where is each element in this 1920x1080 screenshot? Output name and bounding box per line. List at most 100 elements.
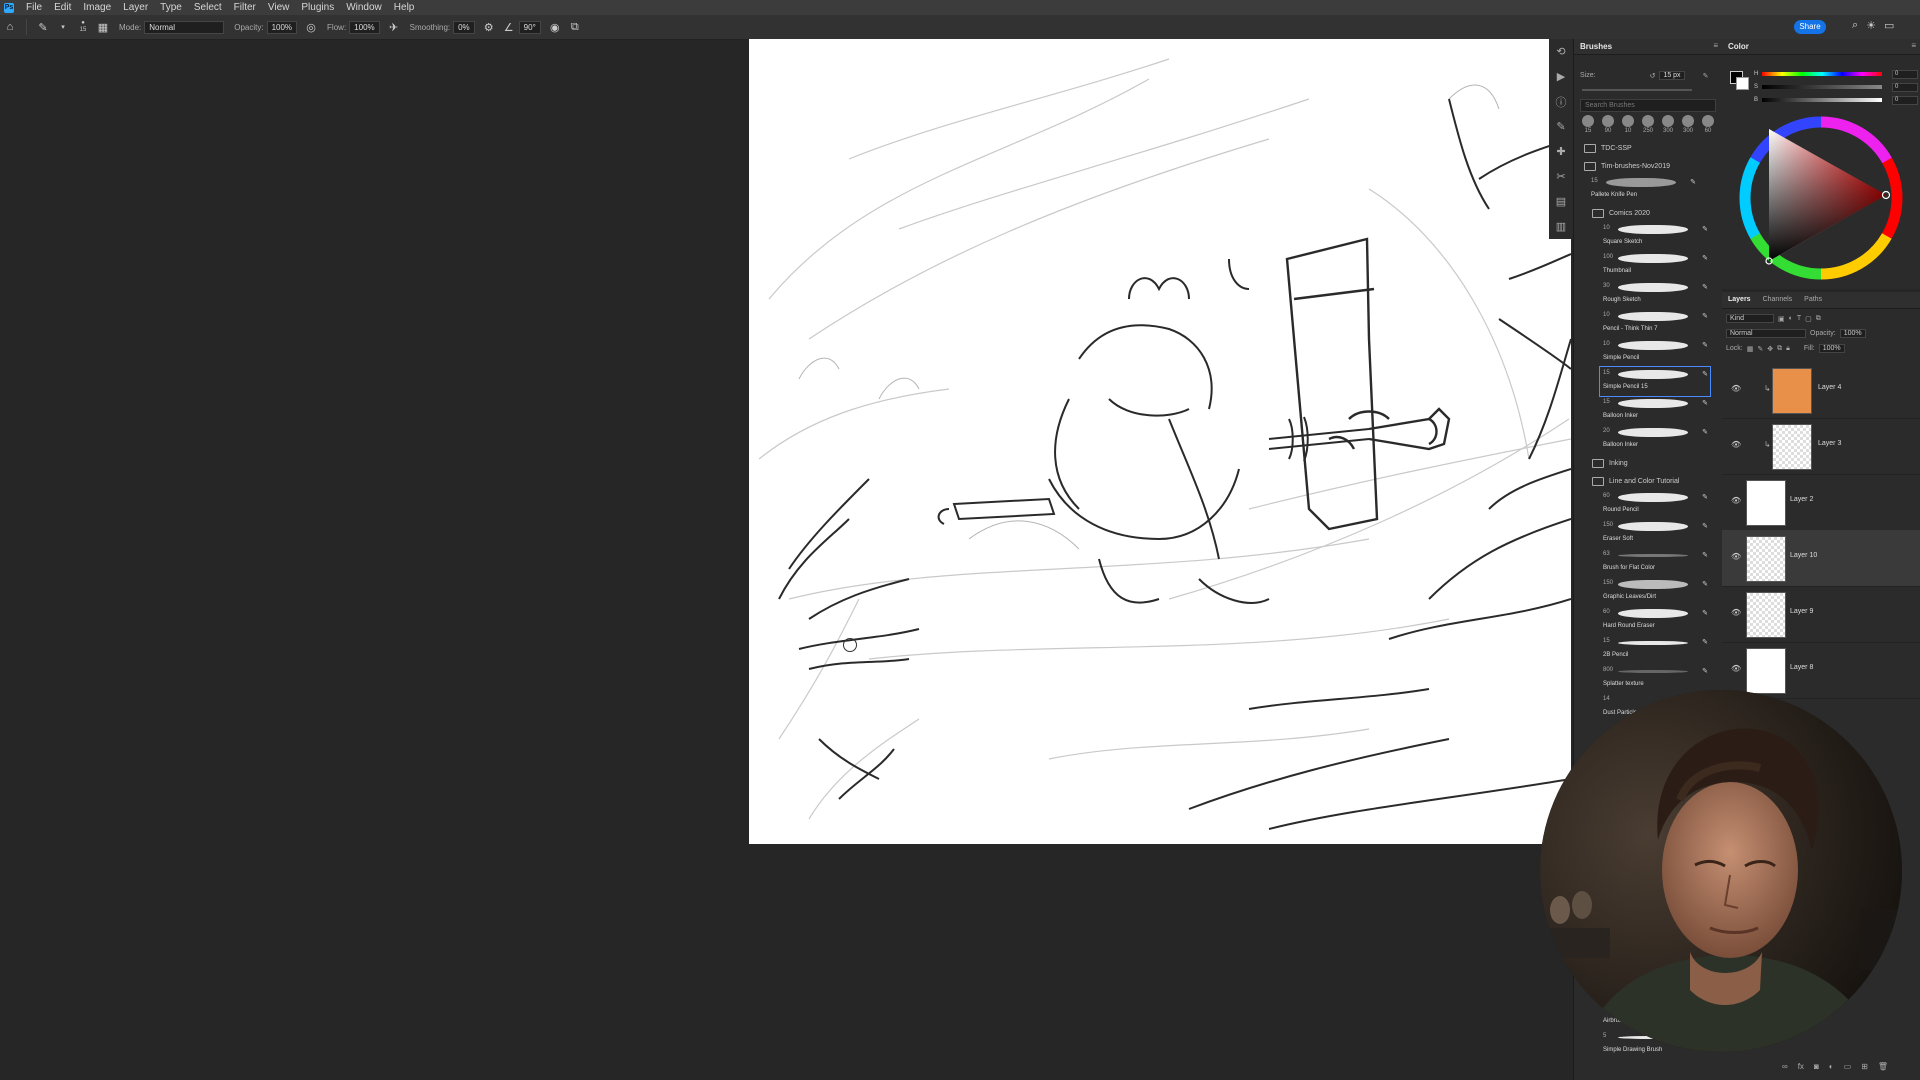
menu-edit[interactable]: Edit [48, 2, 77, 13]
layer-row[interactable]: 👁︎ ↳ Layer 3 [1722, 418, 1920, 475]
opacity-field[interactable]: 100% [1839, 329, 1866, 338]
eye-icon[interactable]: 👁︎ [1731, 664, 1741, 673]
brush-item[interactable]: 15 ✎ Pallete Knife Pen [1588, 175, 1698, 204]
search-icon[interactable]: ⌕ [1852, 19, 1858, 32]
filter-shape-icon[interactable]: ▢ [1805, 315, 1812, 323]
mode-select[interactable]: Normal [144, 20, 225, 34]
brush-item[interactable]: 15 ✎ Balloon Inker [1600, 396, 1710, 425]
layer-name[interactable]: Layer 2 [1790, 496, 1813, 503]
layer-name[interactable]: Layer 4 [1818, 384, 1841, 391]
brush-item[interactable]: 10 ✎ Simple Pencil [1600, 338, 1710, 367]
brush-icon[interactable]: ✎ [36, 20, 50, 34]
layer-name[interactable]: Layer 3 [1818, 440, 1841, 447]
actions-icon[interactable]: ▶ [1549, 64, 1573, 89]
brush-group-inking[interactable]: Inking [1574, 454, 1722, 472]
blend-mode-select[interactable]: Normal [1726, 329, 1806, 338]
brush-settings-icon[interactable]: ▦ [96, 20, 110, 34]
saturation-slider-row[interactable]: S 0 % [1754, 82, 1920, 92]
menu-help[interactable]: Help [388, 2, 421, 13]
fx-icon[interactable]: fx [1798, 1062, 1804, 1071]
filter-adjustment-icon[interactable]: ◐ [1789, 315, 1793, 322]
recent-brush[interactable]: 15 [1580, 115, 1596, 134]
pressure-size-icon[interactable]: ◉ [548, 20, 562, 34]
recent-brush[interactable]: 10 [1620, 115, 1636, 134]
new-layer-icon[interactable]: ⊞ [1861, 1062, 1868, 1071]
brightness-slider-row[interactable]: B 0 % [1754, 95, 1920, 105]
menu-file[interactable]: File [20, 2, 48, 13]
recent-brush[interactable]: 60 [1700, 115, 1716, 134]
size-field[interactable]: 15 px [1659, 71, 1685, 80]
brush-settings-toggle-icon[interactable]: ✎ [1703, 72, 1709, 80]
layer-row[interactable]: 👁︎ Layer 2 [1722, 474, 1920, 531]
symmetry-icon[interactable]: ⧉ [568, 20, 582, 34]
filter-type-icon[interactable]: T [1797, 315, 1801, 322]
history-icon[interactable]: ⟲ [1549, 39, 1573, 64]
brush-item[interactable]: 100 ✎ Thumbnail [1600, 251, 1710, 280]
layer-kind-filter[interactable]: Kind [1726, 314, 1774, 323]
lock-pixels-icon[interactable]: ✎ [1757, 345, 1763, 353]
clone-source-icon[interactable]: ✚ [1549, 139, 1573, 164]
layer-name[interactable]: Layer 10 [1790, 552, 1817, 559]
lock-artboard-icon[interactable]: ⧉ [1777, 345, 1782, 353]
layer-row[interactable]: 👁︎ Layer 10 [1722, 530, 1920, 587]
brush-item[interactable]: 150 ✎ Eraser Soft [1600, 519, 1710, 548]
panel-menu-icon[interactable]: ≡ [1911, 41, 1916, 50]
size-slider[interactable] [1582, 89, 1692, 91]
brush-item[interactable]: 10 ✎ Square Sketch [1600, 222, 1710, 251]
mask-icon[interactable]: ◙ [1814, 1062, 1819, 1071]
brush-search-input[interactable]: Search Brushes [1580, 99, 1716, 112]
brush-item[interactable]: 15 ✎ 2B Pencil [1600, 635, 1710, 664]
brush-settings-icon[interactable]: ✎ [1549, 114, 1573, 139]
flow-field[interactable]: 100% [349, 20, 380, 34]
filter-pixel-icon[interactable]: ▣ [1778, 315, 1785, 323]
brush-item[interactable]: 800 ✎ Splatter texture [1600, 664, 1710, 693]
color-swatches[interactable] [1730, 71, 1749, 90]
brush-item-selected[interactable]: 15 ✎ Simple Pencil 15 [1599, 366, 1711, 397]
layer-row[interactable]: 👁︎ Layer 9 [1722, 586, 1920, 643]
filter-smart-icon[interactable]: ⧉ [1816, 315, 1821, 323]
brush-item[interactable]: 60 ✎ Round Pencil [1600, 490, 1710, 519]
menu-view[interactable]: View [262, 2, 296, 13]
brush-item[interactable]: 150 ✎ Graphic Leaves/Dirt [1600, 577, 1710, 606]
libraries-icon[interactable]: ▤ [1549, 189, 1573, 214]
menu-layer[interactable]: Layer [117, 2, 154, 13]
tab-layers[interactable]: Layers [1722, 292, 1757, 308]
home-icon[interactable]: ⌂ [3, 20, 17, 34]
reset-icon[interactable]: ↺ [1650, 72, 1656, 80]
brush-item[interactable]: 10 ✎ Pencil - Think Thin 7 [1600, 309, 1710, 338]
brush-item[interactable]: 30 ✎ Rough Sketch [1600, 280, 1710, 309]
brush-group-tim-brushes[interactable]: Tim-brushes-Nov2019 [1574, 157, 1722, 175]
recent-brush[interactable]: 90 [1600, 115, 1616, 134]
opacity-field[interactable]: 100% [266, 20, 298, 34]
workspace-icon[interactable]: ▭ [1884, 19, 1894, 32]
brush-item[interactable]: 60 ✎ Hard Round Eraser [1600, 606, 1710, 635]
recent-brush[interactable]: 300 [1680, 115, 1696, 134]
menu-filter[interactable]: Filter [228, 2, 262, 13]
color-wheel[interactable] [1736, 113, 1906, 283]
adjustment-icon[interactable]: ◐ [1829, 1062, 1834, 1071]
layer-name[interactable]: Layer 8 [1790, 664, 1813, 671]
eye-icon[interactable]: 👁︎ [1731, 440, 1741, 449]
color-panel-title[interactable]: Color [1722, 39, 1920, 55]
brush-group-line-and-color[interactable]: Line and Color Tutorial [1574, 472, 1722, 490]
discover-icon[interactable]: ☀ [1866, 19, 1876, 32]
angle-field[interactable]: 90° [518, 20, 541, 34]
layer-name[interactable]: Layer 9 [1790, 608, 1813, 615]
recent-brush[interactable]: 250 [1640, 115, 1656, 134]
menu-window[interactable]: Window [340, 2, 388, 13]
lock-all-icon[interactable]: 🔒︎ [1786, 345, 1790, 353]
tool-presets-icon[interactable]: ✂ [1549, 164, 1573, 189]
lock-position-icon[interactable]: ✥ [1767, 345, 1773, 353]
brush-item[interactable]: 63 ✎ Brush for Flat Color [1600, 548, 1710, 577]
menu-image[interactable]: Image [77, 2, 117, 13]
fill-field[interactable]: 100% [1818, 344, 1845, 353]
document-canvas[interactable] [749, 39, 1571, 844]
recent-brush[interactable]: 300 [1660, 115, 1676, 134]
panel-menu-icon[interactable]: ≡ [1713, 41, 1718, 50]
gear-icon[interactable]: ⚙ [482, 20, 496, 34]
eye-icon[interactable]: 👁︎ [1731, 552, 1741, 561]
tab-paths[interactable]: Paths [1798, 292, 1828, 308]
menu-plugins[interactable]: Plugins [295, 2, 340, 13]
brush-preset-picker[interactable]: ● 15 [76, 20, 90, 34]
airbrush-icon[interactable]: ✈ [387, 20, 401, 34]
